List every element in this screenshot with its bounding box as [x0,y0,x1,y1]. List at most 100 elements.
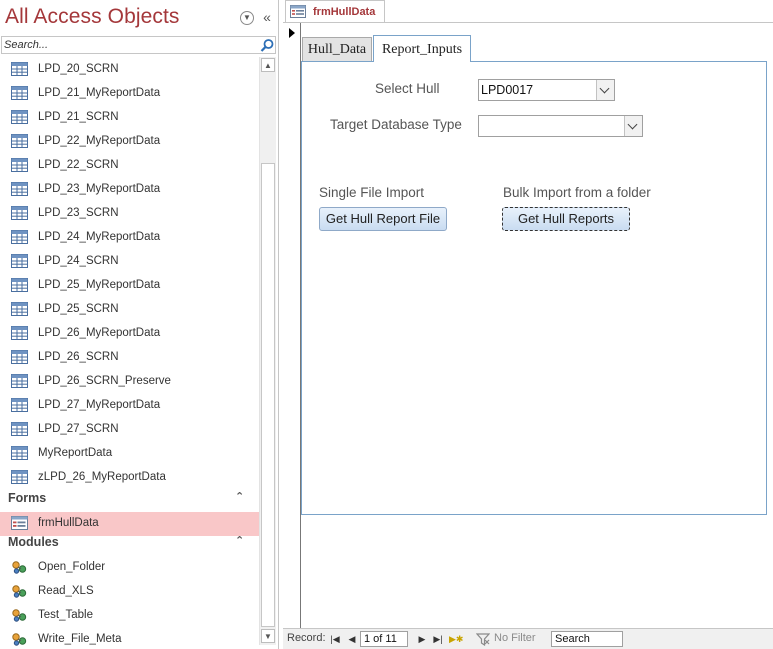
table-icon [11,326,28,340]
nav-table-item[interactable]: LPD_24_MyReportData [0,226,259,250]
chevron-down-icon[interactable] [624,116,642,136]
no-filter-label[interactable]: No Filter [494,632,536,644]
table-icon [11,278,28,292]
nav-item-label: LPD_22_MyReportData [38,135,161,147]
nav-item-label: LPD_26_SCRN [38,351,119,363]
target-db-combo[interactable] [478,115,643,137]
nav-table-item[interactable]: LPD_27_SCRN [0,418,259,442]
nav-item-label: LPD_23_SCRN [38,207,119,219]
tab-bar-divider [283,22,773,23]
collapse-pane-icon[interactable]: « [260,9,274,25]
nav-table-item[interactable]: LPD_23_SCRN [0,202,259,226]
record-label: Record: [287,632,326,644]
get-hull-reports-button[interactable]: Get Hull Reports [502,207,630,231]
tab-hull-data[interactable]: Hull_Data [302,37,372,62]
current-record-icon [289,28,295,38]
document-tab-label: frmHullData [313,6,376,18]
nav-item-label: zLPD_26_MyReportData [38,471,166,483]
module-icon [11,584,28,598]
nav-table-item[interactable]: LPD_24_SCRN [0,250,259,274]
table-icon [11,206,28,220]
table-icon [11,470,28,484]
nav-item-label: LPD_20_SCRN [38,63,119,75]
module-icon [11,608,28,622]
next-record-icon[interactable]: ▶ [416,633,428,645]
nav-title[interactable]: All Access Objects [5,5,180,29]
nav-scrollbar[interactable]: ▲ ▼ [259,57,276,645]
nav-table-item[interactable]: LPD_25_MyReportData [0,274,259,298]
document-tab-frmhulldata[interactable]: frmHullData [285,0,385,22]
nav-item-label: frmHullData [38,517,99,529]
nav-table-item[interactable]: LPD_26_MyReportData [0,322,259,346]
get-hull-report-file-button[interactable]: Get Hull Report File [319,207,447,231]
table-icon [11,158,28,172]
nav-table-item[interactable]: LPD_22_SCRN [0,154,259,178]
nav-table-item[interactable]: LPD_23_MyReportData [0,178,259,202]
nav-item-label: LPD_26_SCRN_Preserve [38,375,171,387]
nav-object-list: LPD_20_SCRN LPD_21_MyReportData LPD_21_SCR… [0,56,259,649]
form-icon [11,516,28,530]
first-record-icon[interactable]: |◀ [329,633,341,645]
tab-control: Hull_Data Report_Inputs Select Hull LPD0… [301,35,767,517]
nav-table-item[interactable]: LPD_26_SCRN [0,346,259,370]
nav-table-item[interactable]: LPD_25_SCRN [0,298,259,322]
nav-module-item[interactable]: Open_Folder [0,556,259,580]
nav-item-label: LPD_21_SCRN [38,111,119,123]
select-hull-value: LPD0017 [481,83,534,97]
record-search-input[interactable]: Search [551,631,623,647]
new-record-icon[interactable]: ▶✱ [449,633,463,645]
chevron-up-icon[interactable]: ⌃ [235,490,244,503]
chevron-up-icon[interactable]: ⌃ [235,534,244,547]
nav-group-modules[interactable]: Modules ⌃ [0,532,259,552]
nav-item-label: LPD_24_MyReportData [38,231,161,243]
search-input[interactable] [4,38,254,52]
nav-table-item[interactable]: MyReportData [0,442,259,466]
form-icon [290,5,306,18]
nav-table-item[interactable]: LPD_20_SCRN [0,58,259,82]
nav-group-forms[interactable]: Forms ⌃ [0,488,259,508]
scroll-up-icon[interactable]: ▲ [261,58,275,72]
document-area: frmHullData Hull_Data Report_Inputs Sele… [283,0,773,649]
table-icon [11,182,28,196]
bulk-import-label: Bulk Import from a folder [503,185,651,200]
nav-table-item[interactable]: LPD_22_MyReportData [0,130,259,154]
table-icon [11,350,28,364]
select-hull-combo[interactable]: LPD0017 [478,79,615,101]
nav-module-item[interactable]: Test_Table [0,604,259,628]
nav-item-label: LPD_22_SCRN [38,159,119,171]
tab-report-inputs[interactable]: Report_Inputs [373,35,471,62]
target-db-label: Target Database Type [330,117,462,132]
nav-item-label: LPD_25_MyReportData [38,279,161,291]
table-icon [11,110,28,124]
table-icon [11,374,28,388]
search-icon[interactable] [259,38,275,53]
last-record-icon[interactable]: ▶| [432,633,444,645]
nav-header: All Access Objects ▼ « [0,0,278,36]
nav-table-item[interactable]: LPD_27_MyReportData [0,394,259,418]
nav-item-label: LPD_23_MyReportData [38,183,161,195]
table-icon [11,398,28,412]
module-icon [11,632,28,646]
nav-table-item[interactable]: LPD_21_MyReportData [0,82,259,106]
nav-item-label: MyReportData [38,447,113,459]
nav-table-item[interactable]: LPD_21_SCRN [0,106,259,130]
nav-menu-icon[interactable]: ▼ [240,11,254,25]
nav-table-item[interactable]: LPD_26_SCRN_Preserve [0,370,259,394]
previous-record-icon[interactable]: ◀ [346,633,358,645]
navigation-pane: All Access Objects ▼ « LPD_20_SCRN LPD_21… [0,0,279,649]
nav-module-item[interactable]: Write_File_Meta [0,628,259,649]
scroll-down-icon[interactable]: ▼ [261,629,275,643]
table-icon [11,446,28,460]
nav-item-label: Write_File_Meta [38,633,122,645]
table-icon [11,254,28,268]
nav-table-item[interactable]: zLPD_26_MyReportData [0,466,259,490]
nav-item-label: LPD_26_MyReportData [38,327,161,339]
nav-module-item[interactable]: Read_XLS [0,580,259,604]
record-selector[interactable] [283,23,301,628]
chevron-down-icon[interactable] [596,80,614,100]
select-hull-label: Select Hull [375,81,440,96]
table-icon [11,62,28,76]
record-navigation-bar: Record: |◀ ◀ 1 of 11 ▶ ▶| ▶✱ No Filter S… [283,628,773,649]
current-record-field[interactable]: 1 of 11 [360,631,408,647]
scroll-thumb[interactable] [261,163,275,627]
